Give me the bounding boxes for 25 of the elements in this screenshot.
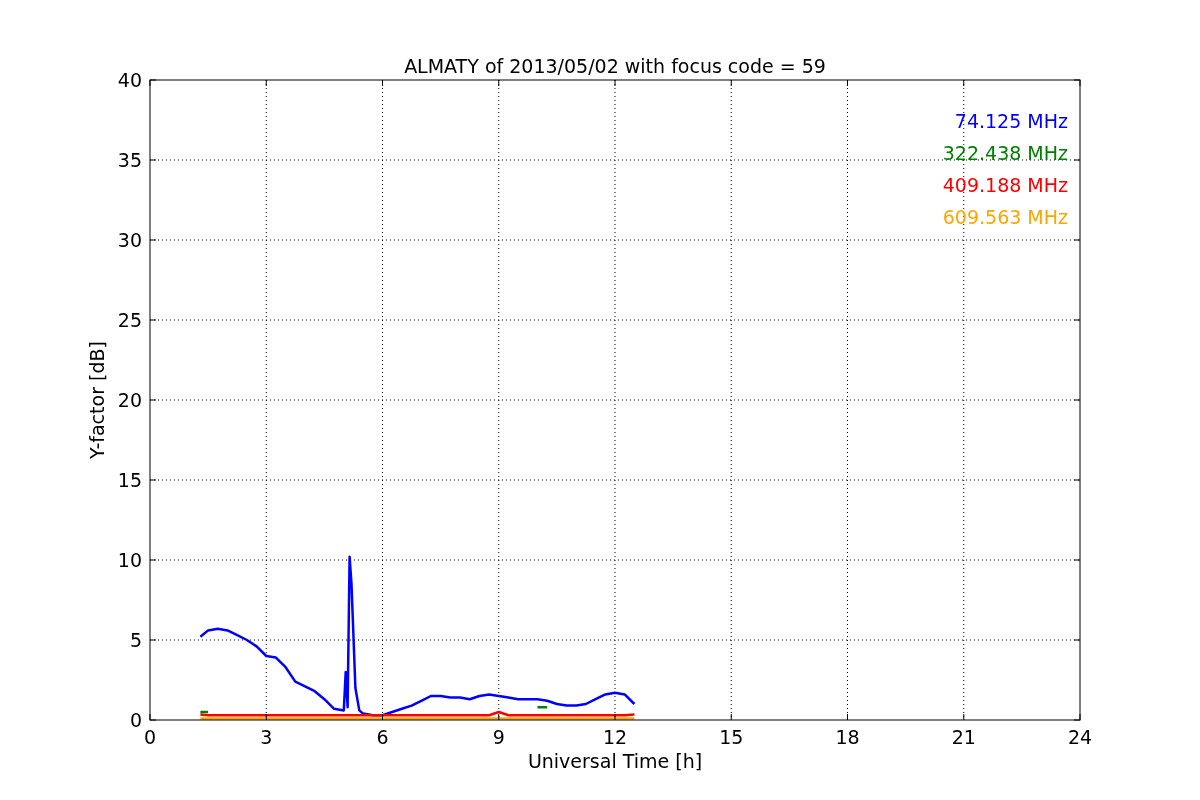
- legend-label: 609.563 MHz: [942, 206, 1068, 228]
- x-tick-label: 24: [1067, 726, 1093, 748]
- y-tick-label: 15: [117, 469, 142, 491]
- y-tick-label: 10: [117, 549, 142, 571]
- x-tick-label: 9: [492, 726, 505, 748]
- y-tick-label: 25: [117, 309, 142, 331]
- x-tick-label: 6: [376, 726, 389, 748]
- x-tick-label: 12: [602, 726, 628, 748]
- y-tick-label: 0: [129, 709, 142, 731]
- y-tick-label: 20: [117, 389, 142, 411]
- legend-label: 322.438 MHz: [942, 142, 1068, 164]
- y-tick-label: 35: [117, 149, 142, 171]
- y-tick-label: 5: [129, 629, 142, 651]
- legend-label: 74.125 MHz: [954, 110, 1068, 132]
- y-tick-label: 30: [117, 229, 142, 251]
- x-tick-label: 21: [951, 726, 976, 748]
- x-tick-label: 0: [143, 726, 157, 748]
- legend-label: 409.188 MHz: [942, 174, 1068, 196]
- x-tick-label: 3: [260, 726, 273, 748]
- y-axis-label: Y-factor [dB]: [86, 341, 108, 459]
- x-axis-label: Universal Time [h]: [527, 750, 703, 772]
- x-tick-label: 18: [835, 726, 860, 748]
- x-tick-label: 15: [719, 726, 744, 748]
- y-tick-label: 40: [117, 69, 142, 91]
- chart-title: ALMATY of 2013/05/02 with focus code = 59: [404, 55, 826, 77]
